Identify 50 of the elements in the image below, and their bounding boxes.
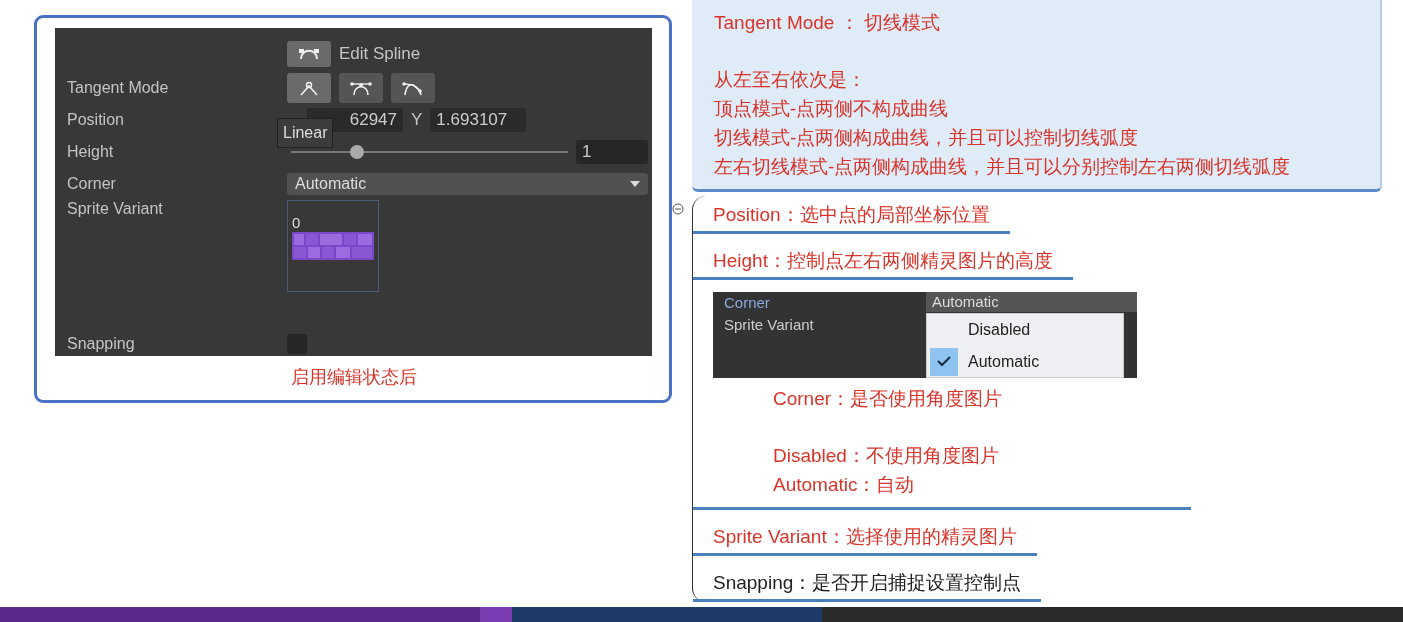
node-text: Automatic：自动: [773, 473, 916, 497]
edit-spline-label: Edit Spline: [339, 44, 421, 64]
slider-thumb[interactable]: [350, 145, 365, 159]
peak-icon: [299, 80, 319, 96]
y-axis-label: Y: [411, 110, 423, 130]
field-label: Sprite Variant: [67, 200, 164, 218]
mind-map-node[interactable]: Height：控制点左右两侧精灵图片的高度: [693, 242, 1073, 280]
field-label: Snapping: [67, 335, 136, 353]
spline-icon: [298, 46, 320, 62]
collapse-icon[interactable]: [672, 203, 684, 215]
node-text: 切线模式-点两侧构成曲线，并且可以控制切线弧度: [714, 126, 1140, 150]
field-label: Height: [67, 143, 115, 161]
checkmark-icon: [937, 356, 951, 367]
sprite-index: 0: [292, 215, 302, 230]
node-text: Tangent Mode ： 切线模式: [714, 11, 941, 35]
edit-spline-button[interactable]: [287, 41, 331, 67]
menu-item[interactable]: Automatic: [927, 347, 1123, 376]
field-label: Corner: [724, 293, 771, 313]
node-text: 顶点模式-点两侧不构成曲线: [714, 97, 950, 121]
node-text: Height：控制点左右两侧精灵图片的高度: [713, 249, 1053, 273]
tooltip: Linear: [277, 118, 334, 148]
curve-icon: [350, 80, 372, 96]
field-label: Sprite Variant: [724, 315, 815, 335]
node-text: 从左至右依次是：: [714, 68, 867, 92]
tangent-mode-button[interactable]: [339, 73, 383, 103]
dropdown-value[interactable]: Automatic: [926, 292, 1137, 312]
tangent-mode-button[interactable]: [391, 73, 435, 103]
mind-map-node[interactable]: Snapping：是否开启捕捉设置控制点: [693, 564, 1042, 602]
mind-map-node[interactable]: Position：选中点的局部坐标位置: [693, 196, 1010, 234]
field-label: Tangent Mode: [67, 79, 170, 97]
mind-map-node[interactable]: Tangent Mode ： 切线模式 从左至右依次是： 顶点模式-点两侧不构成曲线 切线模式-点两侧构成曲线，并且可以控制切线弧度 左右切线模式-点两侧构成曲线，并且可以分别控制左右两侧切线弧度: [692, 0, 1382, 192]
caption: 启用编辑状态后: [289, 366, 418, 389]
mind-map-node[interactable]: Corner Sprite Variant Automatic Disabled Automatic Corner：是否使用角度图片 Disabled：不使用角度图片 Automatic：自动: [693, 286, 1191, 510]
height-value-field[interactable]: 1: [576, 140, 648, 164]
node-text: 左右切线模式-点两侧构成曲线，并且可以分别控制左右两侧切线弧度: [714, 155, 1292, 179]
field-label: Corner: [67, 175, 117, 193]
node-text: Snapping：是否开启捕捉设置控制点: [713, 571, 1022, 595]
mind-map-node[interactable]: Sprite Variant：选择使用的精灵图片: [693, 518, 1037, 556]
broken-curve-icon: [402, 80, 424, 96]
sprite-thumbnail[interactable]: 0: [287, 200, 379, 292]
tangent-mode-button[interactable]: [287, 73, 331, 103]
corner-dropdown[interactable]: Automatic: [287, 173, 648, 195]
y-value-field[interactable]: 1.693107: [430, 108, 527, 132]
node-text: Sprite Variant：选择使用的精灵图片: [713, 525, 1017, 549]
caret-icon: [630, 181, 640, 187]
field-label: Position: [67, 111, 125, 129]
node-text: Corner：是否使用角度图片: [773, 387, 1004, 411]
menu-item[interactable]: Disabled: [927, 315, 1123, 344]
node-text: Disabled：不使用角度图片: [773, 444, 1000, 468]
node-text: Position：选中点的局部坐标位置: [713, 203, 990, 227]
